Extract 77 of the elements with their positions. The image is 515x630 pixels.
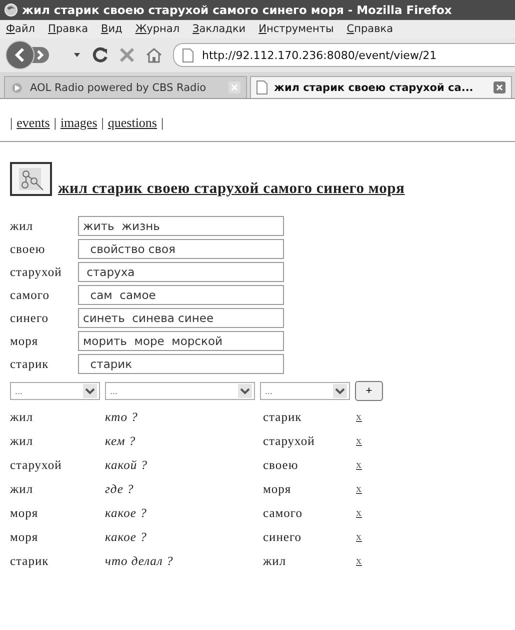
table-cell-text: старик: [263, 410, 303, 424]
menu-item[interactable]: Закладки: [192, 23, 246, 35]
browser-tab[interactable]: AOL Radio powered by CBS Radio: [4, 76, 247, 98]
input-field[interactable]: старуха: [78, 262, 284, 282]
word-label: моря: [10, 334, 40, 348]
table-cell-text: старик: [10, 554, 50, 568]
table-cell-text: своею: [263, 458, 300, 472]
close-icon[interactable]: [493, 81, 506, 94]
separator: |: [54, 115, 56, 131]
add-button[interactable]: +: [355, 381, 383, 401]
delete-link[interactable]: x: [356, 483, 362, 495]
question-cell-text: что делал ?: [105, 554, 174, 568]
input-field[interactable]: старик: [78, 354, 284, 374]
table-cell-text: жил: [10, 482, 34, 496]
diagram-thumbnail: [10, 162, 52, 196]
word-label: самого: [10, 288, 50, 302]
menu-item[interactable]: Правка: [48, 23, 88, 35]
delete-link[interactable]: x: [356, 555, 362, 567]
menu-item[interactable]: Вид: [101, 23, 122, 35]
nav-link[interactable]: images: [60, 115, 98, 131]
table-cell-text: моря: [10, 530, 40, 544]
browser-logo-icon: [4, 3, 18, 17]
stop-icon[interactable]: [119, 47, 135, 63]
word-label: своею: [10, 242, 46, 256]
menu-item[interactable]: Файл: [6, 23, 36, 35]
tab-label: AOL Radio powered by CBS Radio: [30, 82, 208, 94]
delete-link[interactable]: x: [356, 459, 362, 471]
table-cell-text: моря: [263, 482, 292, 496]
question-cell-text: какое ?: [105, 506, 148, 520]
home-icon[interactable]: [145, 47, 163, 63]
table-cell-text: жил: [10, 434, 34, 448]
reload-icon[interactable]: [91, 46, 109, 64]
address-bar[interactable]: http://92.112.170.236:8080/event/view/21: [173, 43, 515, 67]
menu-item[interactable]: Справка: [346, 23, 394, 35]
word-label: жил: [10, 218, 34, 234]
delete-link[interactable]: x: [356, 507, 362, 519]
menu-item[interactable]: Инструменты: [258, 23, 334, 35]
menu-item[interactable]: Журнал: [135, 23, 180, 35]
word-label: синего: [10, 310, 50, 326]
input-field[interactable]: синеть синева синее: [78, 308, 284, 328]
word-label: старик: [10, 356, 50, 372]
dropdown[interactable]: ...: [260, 382, 350, 400]
delete-link[interactable]: x: [356, 531, 362, 543]
input-field[interactable]: жить жизнь: [78, 216, 284, 236]
word-label: старухой: [10, 264, 63, 280]
question-cell-text: какой ?: [105, 458, 149, 472]
table-cell-text: старухой: [10, 458, 63, 472]
nav-link[interactable]: questions: [108, 115, 157, 131]
browser-tab[interactable]: жил старик своею старухой са...: [250, 76, 512, 98]
separator: |: [161, 115, 164, 131]
table-cell-text: самого: [263, 506, 304, 520]
question-cell-text: кем ?: [105, 434, 137, 448]
input-field[interactable]: морить море морской: [78, 331, 284, 351]
dropdown[interactable]: ...: [105, 382, 255, 400]
input-field[interactable]: сам самое: [78, 285, 284, 305]
radio-icon: [10, 82, 24, 94]
table-cell-text: жил: [10, 410, 34, 424]
question-cell-text: какое ?: [105, 530, 148, 544]
table-cell-text: жил: [263, 554, 288, 568]
separator: |: [101, 115, 104, 131]
dropdown-arrow-icon[interactable]: [73, 52, 81, 58]
dropdown[interactable]: ...: [10, 382, 100, 400]
table-cell-text: старухой: [263, 434, 316, 448]
question-cell-text: где ?: [105, 482, 135, 496]
page-icon: [182, 48, 194, 62]
window-title: жил старик своею старухой самого синего моря - Mozilla Firefox: [22, 3, 452, 17]
separator: |: [10, 115, 13, 131]
page-icon: [256, 80, 268, 95]
delete-link[interactable]: x: [356, 411, 362, 423]
page-heading: жил старик своею старухой самого синего моря: [58, 180, 405, 198]
table-cell-text: синего: [263, 530, 303, 544]
nav-link[interactable]: events: [16, 115, 50, 131]
table-cell-text: моря: [10, 506, 40, 520]
question-cell-text: кто ?: [105, 410, 139, 424]
tab-label: жил старик своею старухой са...: [274, 82, 474, 94]
input-field[interactable]: свойство своя: [78, 239, 284, 259]
delete-link[interactable]: x: [356, 435, 362, 447]
